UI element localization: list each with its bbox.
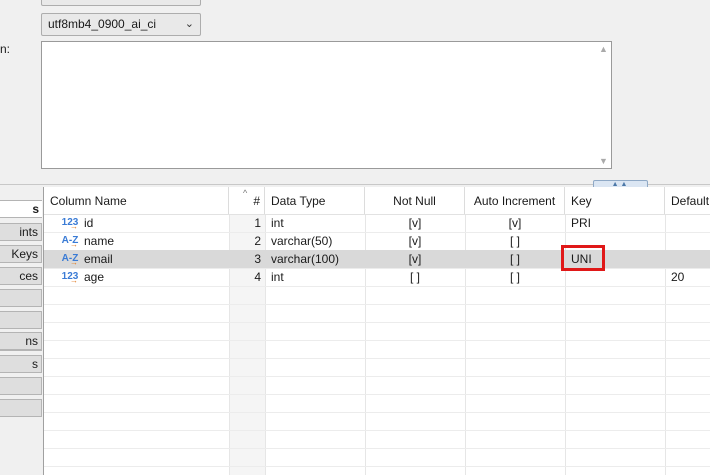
cell-default[interactable] [671, 250, 710, 268]
cell-data-type[interactable]: int [271, 214, 365, 232]
cell-not-null[interactable]: [v] [365, 250, 465, 268]
header-data-type[interactable]: Data Type [265, 187, 365, 215]
cell-default[interactable] [671, 232, 710, 250]
scroll-down-icon[interactable]: ▼ [599, 156, 608, 166]
cell-not-null[interactable]: [v] [365, 232, 465, 250]
tab-6[interactable] [0, 311, 42, 329]
table-row[interactable]: 123 → id 1 int [v] [v] PRI [44, 214, 710, 232]
cell-default[interactable]: 20 [671, 268, 710, 286]
table-row[interactable]: A-Z → name 2 varchar(50) [v] [ ] [44, 232, 710, 250]
cell-data-type[interactable]: varchar(50) [271, 232, 365, 250]
cell-not-null[interactable]: [ ] [365, 268, 465, 286]
tab-references[interactable]: ces [0, 267, 42, 285]
tab-partitions[interactable]: ns [0, 332, 42, 350]
cell-auto-increment[interactable]: [v] [465, 214, 565, 232]
cell-column-name[interactable]: id [84, 214, 224, 232]
grid-row-line [44, 340, 710, 341]
cell-num: 2 [254, 234, 261, 248]
cell-num: 1 [254, 216, 261, 230]
header-key[interactable]: Key [565, 187, 665, 215]
tab-5[interactable] [0, 289, 42, 307]
header-default[interactable]: Default [665, 187, 710, 215]
grid-row-line [44, 376, 710, 377]
tab-columns[interactable]: s [0, 200, 42, 218]
grid-row-line [44, 358, 710, 359]
grid-row-line [44, 412, 710, 413]
tab-11[interactable] [0, 399, 42, 417]
cell-not-null[interactable]: [v] [365, 214, 465, 232]
grid-row-line [44, 430, 710, 431]
grid-row-line [44, 448, 710, 449]
grid-row-line [44, 322, 710, 323]
table-row-selected[interactable]: A-Z → email 3 varchar(100) [v] [ ] UNI [44, 250, 710, 268]
grid-row-line [44, 394, 710, 395]
cell-data-type[interactable]: int [271, 268, 365, 286]
sort-arrow-icon: ^ [243, 188, 248, 198]
tab-triggers[interactable]: s [0, 355, 42, 373]
chevron-down-icon: ⌄ [184, 18, 194, 30]
scroll-up-icon[interactable]: ▲ [599, 44, 608, 54]
header-column-name[interactable]: Column Name [44, 187, 229, 215]
cell-key[interactable]: PRI [571, 214, 665, 232]
collation-combo[interactable]: utf8mb4_0900_ai_ci ⌄ [41, 13, 201, 36]
cell-auto-increment[interactable]: [ ] [465, 232, 565, 250]
tab-10[interactable] [0, 377, 42, 395]
description-textarea[interactable]: ▲ ▼ [41, 41, 612, 169]
description-scrollbar[interactable]: ▲ ▼ [595, 42, 611, 168]
string-type-icon: A-Z → [61, 253, 79, 267]
cell-auto-increment[interactable]: [ ] [465, 268, 565, 286]
string-type-icon: A-Z → [61, 235, 79, 249]
description-label: n: [0, 42, 11, 56]
numeric-type-icon: 123 → [61, 271, 79, 285]
grid-row-line [44, 286, 710, 287]
side-tabs: s ints Keys ces ns s [0, 186, 43, 475]
columns-grid[interactable]: Column Name # ^ Data Type Not Null Auto … [43, 187, 710, 475]
cell-auto-increment[interactable]: [ ] [465, 250, 565, 268]
tab-constraints[interactable]: ints [0, 223, 42, 241]
cell-default[interactable] [671, 214, 710, 232]
header-auto-increment[interactable]: Auto Increment [465, 187, 565, 215]
cell-column-name[interactable]: email [84, 250, 224, 268]
numeric-type-icon: 123 → [61, 217, 79, 231]
table-row[interactable]: 123 → age 4 int [ ] [ ] 20 [44, 268, 710, 286]
cell-num: 4 [254, 270, 261, 284]
grid-row-line [44, 466, 710, 467]
cell-data-type[interactable]: varchar(100) [271, 250, 365, 268]
collation-value: utf8mb4_0900_ai_ci [48, 17, 157, 31]
cell-column-name[interactable]: age [84, 268, 224, 286]
tab-foreign-keys[interactable]: Keys [0, 245, 42, 263]
charset-combo[interactable]: utf8mb4 [41, 0, 201, 6]
cell-num: 3 [254, 252, 261, 266]
header-not-null[interactable]: Not Null [365, 187, 465, 215]
grid-row-line [44, 304, 710, 305]
cell-column-name[interactable]: name [84, 232, 224, 250]
key-highlight-box [561, 245, 605, 271]
